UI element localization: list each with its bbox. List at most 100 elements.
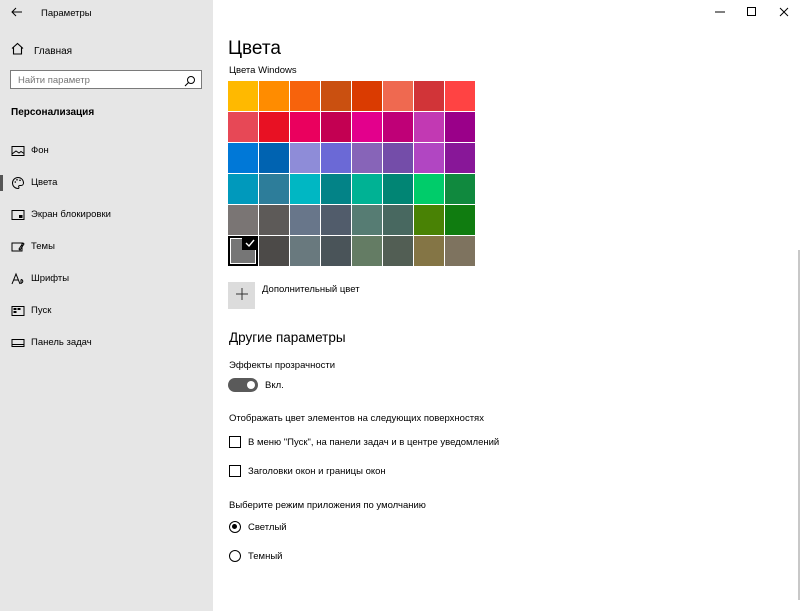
color-swatch[interactable] <box>383 81 413 111</box>
color-swatch[interactable] <box>290 174 320 204</box>
home-link[interactable]: Главная <box>11 42 72 60</box>
app-mode-label: Выберите режим приложения по умолчанию <box>229 500 426 511</box>
checkbox-start-taskbar[interactable] <box>229 436 241 448</box>
radio-light[interactable] <box>229 521 241 533</box>
custom-color-label[interactable]: Дополнительный цвет <box>262 284 360 295</box>
color-swatch[interactable] <box>259 143 289 173</box>
color-swatch[interactable] <box>352 174 382 204</box>
color-swatch[interactable] <box>352 205 382 235</box>
active-indicator <box>0 175 3 191</box>
color-swatch[interactable] <box>259 205 289 235</box>
color-swatch[interactable] <box>445 81 475 111</box>
color-swatch[interactable] <box>228 236 258 266</box>
color-swatch[interactable] <box>259 112 289 142</box>
sidebar-item-taskbar[interactable]: Панель задач <box>0 328 213 358</box>
color-swatch[interactable] <box>414 236 444 266</box>
color-swatch[interactable] <box>228 174 258 204</box>
color-swatch[interactable] <box>228 205 258 235</box>
color-swatch[interactable] <box>352 236 382 266</box>
color-swatch[interactable] <box>445 112 475 142</box>
color-swatch[interactable] <box>383 205 413 235</box>
color-swatch[interactable] <box>383 143 413 173</box>
picture-icon <box>11 144 25 158</box>
close-button[interactable] <box>768 0 800 26</box>
back-arrow-icon[interactable] <box>9 4 25 20</box>
palette-icon <box>11 176 25 190</box>
color-swatch[interactable] <box>383 112 413 142</box>
custom-color-button[interactable] <box>228 282 255 309</box>
sidebar-item-background[interactable]: Фон <box>0 136 213 166</box>
color-swatch[interactable] <box>321 112 351 142</box>
color-swatch[interactable] <box>383 236 413 266</box>
lock-screen-icon <box>11 208 25 222</box>
color-swatch[interactable] <box>290 81 320 111</box>
color-swatch[interactable] <box>259 174 289 204</box>
sidebar: Параметры Главная Найти параметр Персона… <box>0 0 213 611</box>
color-swatch[interactable] <box>228 81 258 111</box>
transparency-state: Вкл. <box>265 380 284 391</box>
sidebar-item-themes[interactable]: Темы <box>0 232 213 262</box>
page-title: Цвета <box>228 38 281 59</box>
search-icon[interactable] <box>184 74 196 92</box>
checkbox-title-bars-label[interactable]: Заголовки окон и границы окон <box>248 466 386 477</box>
sidebar-item-label: Экран блокировки <box>31 209 111 220</box>
color-swatch[interactable] <box>290 236 320 266</box>
sidebar-item-label: Шрифты <box>31 273 70 284</box>
color-swatch[interactable] <box>414 174 444 204</box>
color-swatch[interactable] <box>445 236 475 266</box>
sidebar-item-start[interactable]: Пуск <box>0 296 213 326</box>
checkbox-start-taskbar-label[interactable]: В меню "Пуск", на панели задач и в центр… <box>248 437 499 448</box>
color-swatch[interactable] <box>352 143 382 173</box>
color-swatch[interactable] <box>228 112 258 142</box>
color-swatch[interactable] <box>290 205 320 235</box>
toggle-knob <box>247 381 255 389</box>
window-controls <box>704 0 800 26</box>
search-placeholder: Найти параметр <box>18 75 90 86</box>
color-swatch[interactable] <box>414 143 444 173</box>
color-swatch[interactable] <box>259 81 289 111</box>
color-swatch[interactable] <box>259 236 289 266</box>
transparency-label: Эффекты прозрачности <box>229 360 336 371</box>
color-swatch[interactable] <box>321 81 351 111</box>
radio-dark-label[interactable]: Темный <box>248 551 282 562</box>
color-swatch[interactable] <box>321 174 351 204</box>
home-label: Главная <box>34 45 73 57</box>
close-icon <box>779 4 789 22</box>
color-swatch[interactable] <box>290 112 320 142</box>
checkmark-icon <box>242 236 258 250</box>
radio-dark[interactable] <box>229 550 241 562</box>
title-bar: Параметры <box>0 0 213 26</box>
search-input[interactable]: Найти параметр <box>10 70 202 89</box>
minimize-button[interactable] <box>704 0 736 26</box>
sidebar-item-label: Панель задач <box>31 337 92 348</box>
radio-light-label[interactable]: Светлый <box>248 522 287 533</box>
checkbox-title-bars[interactable] <box>229 465 241 477</box>
color-swatch[interactable] <box>321 236 351 266</box>
taskbar-icon <box>11 336 25 350</box>
color-swatch[interactable] <box>383 174 413 204</box>
sidebar-item-fonts[interactable]: Шрифты <box>0 264 213 294</box>
color-swatch[interactable] <box>414 81 444 111</box>
color-swatch[interactable] <box>414 205 444 235</box>
color-swatch-grid <box>228 81 475 267</box>
color-swatch[interactable] <box>352 81 382 111</box>
other-params-title: Другие параметры <box>229 330 346 345</box>
sidebar-item-lock-screen[interactable]: Экран блокировки <box>0 200 213 230</box>
color-swatch[interactable] <box>290 143 320 173</box>
color-swatch[interactable] <box>414 112 444 142</box>
sidebar-item-label: Фон <box>31 145 49 156</box>
color-swatch[interactable] <box>321 205 351 235</box>
home-icon <box>11 42 24 60</box>
sidebar-item-label: Темы <box>31 241 55 252</box>
color-swatch[interactable] <box>228 143 258 173</box>
color-swatch[interactable] <box>445 143 475 173</box>
color-swatch[interactable] <box>352 112 382 142</box>
color-swatch[interactable] <box>321 143 351 173</box>
transparency-toggle[interactable] <box>228 378 258 392</box>
sidebar-item-colors[interactable]: Цвета <box>0 168 213 198</box>
surfaces-label: Отображать цвет элементов на следующих п… <box>229 413 484 424</box>
plus-icon <box>235 287 248 305</box>
color-swatch[interactable] <box>445 205 475 235</box>
color-swatch[interactable] <box>445 174 475 204</box>
maximize-button[interactable] <box>736 0 768 26</box>
